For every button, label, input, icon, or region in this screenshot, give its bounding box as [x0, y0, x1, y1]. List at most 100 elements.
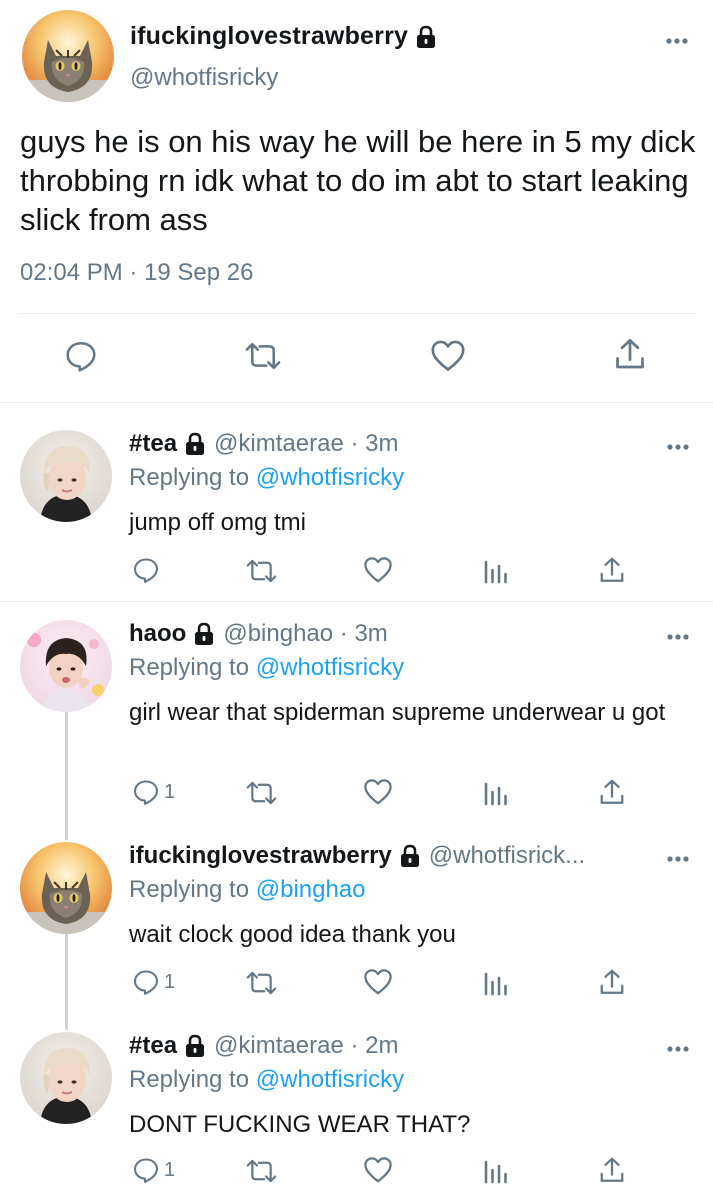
heart-icon: [363, 1156, 393, 1184]
blond-person-avatar[interactable]: [20, 1032, 112, 1124]
reply-button[interactable]: [64, 339, 98, 373]
display-name[interactable]: haoo: [129, 620, 186, 648]
reply-button[interactable]: 1: [132, 778, 175, 806]
stats-icon: [482, 968, 510, 996]
like-button[interactable]: [363, 1156, 393, 1184]
share-button[interactable]: [598, 968, 626, 996]
replying-to: Replying to @binghao: [129, 876, 366, 904]
main-tweet-actions: [0, 335, 713, 375]
reply-tweet[interactable]: #tea @kimtaerae · 2m Replying to @whotfi…: [0, 1006, 713, 1199]
lock-icon: [415, 25, 437, 49]
like-button[interactable]: [430, 339, 466, 373]
stats-button[interactable]: [482, 778, 510, 806]
replying-to: Replying to @whotfisricky: [129, 464, 404, 492]
replying-prefix: Replying to: [129, 1066, 250, 1093]
reply-button[interactable]: [132, 556, 164, 584]
reply-button[interactable]: 1: [132, 968, 175, 996]
reply-actions: [0, 556, 713, 586]
share-icon: [598, 778, 626, 806]
replying-prefix: Replying to: [129, 876, 250, 903]
reply-icon: [132, 1156, 160, 1184]
heart-icon: [363, 556, 393, 584]
more-options-icon[interactable]: [662, 34, 692, 48]
retweet-icon: [245, 558, 278, 584]
reply-actions: 1: [0, 968, 713, 998]
share-icon: [598, 556, 626, 584]
reply-tweet[interactable]: ifuckinglovestrawberry @whotfisrick... R…: [0, 816, 713, 1026]
heart-icon: [363, 968, 393, 996]
share-button[interactable]: [598, 556, 626, 584]
handle[interactable]: @kimtaerae · 3m: [214, 430, 398, 458]
main-tweet-handle[interactable]: @whotfisricky: [130, 64, 278, 92]
heart-icon: [430, 339, 466, 373]
heart-icon: [363, 778, 393, 806]
lock-icon: [184, 1034, 206, 1058]
reply-actions: 1: [0, 1156, 713, 1186]
display-name[interactable]: ifuckinglovestrawberry: [129, 842, 392, 870]
reply-button[interactable]: 1: [132, 1156, 175, 1184]
share-button[interactable]: [598, 1156, 626, 1184]
mention-link[interactable]: @whotfisricky: [256, 464, 404, 491]
like-button[interactable]: [363, 556, 393, 584]
handle[interactable]: @whotfisrick...: [429, 842, 585, 870]
handle[interactable]: @binghao · 3m: [223, 620, 387, 648]
like-button[interactable]: [363, 778, 393, 806]
retweet-icon: [243, 341, 283, 371]
cat-avatar[interactable]: [22, 10, 114, 102]
reply-count: 1: [164, 780, 176, 803]
blond-person-avatar[interactable]: [20, 430, 112, 522]
retweet-button[interactable]: [245, 780, 278, 806]
share-icon: [598, 968, 626, 996]
reply-icon: [64, 339, 98, 373]
main-tweet-text: guys he is on his way he will be here in…: [20, 124, 696, 237]
stats-button[interactable]: [482, 968, 510, 996]
retweet-icon: [245, 1158, 278, 1184]
reply-tweet[interactable]: haoo @binghao · 3m Replying to @whotfisr…: [0, 594, 713, 816]
stats-icon: [482, 556, 510, 584]
reply-icon: [132, 968, 160, 996]
mention-link[interactable]: @binghao: [256, 876, 366, 903]
more-options-icon[interactable]: [663, 440, 693, 454]
cat-avatar[interactable]: [20, 842, 112, 934]
more-options-icon[interactable]: [663, 1042, 693, 1056]
person-avatar[interactable]: [20, 620, 112, 712]
reply-text: girl wear that spiderman supreme underwe…: [129, 699, 666, 726]
main-tweet: ifuckinglovestrawberry @whotfisricky guy…: [0, 0, 713, 403]
display-name[interactable]: #tea: [129, 430, 177, 458]
lock-icon: [184, 432, 206, 456]
reply-tweet[interactable]: #tea @kimtaerae · 3m Replying to @whotfi…: [0, 404, 713, 602]
retweet-icon: [245, 970, 278, 996]
lock-icon: [193, 622, 215, 646]
share-button[interactable]: [598, 778, 626, 806]
stats-button[interactable]: [482, 556, 510, 584]
retweet-button[interactable]: [245, 1158, 278, 1184]
stats-button[interactable]: [482, 1156, 510, 1184]
reply-text: DONT FUCKING WEAR THAT?: [129, 1111, 471, 1138]
reply-text: wait clock good idea thank you: [129, 921, 456, 948]
reply-text: jump off omg tmi: [129, 509, 306, 536]
more-options-icon[interactable]: [663, 630, 693, 644]
reply-icon: [132, 556, 160, 584]
reply-header: haoo @binghao · 3m: [129, 620, 654, 648]
retweet-button[interactable]: [243, 341, 283, 371]
share-button[interactable]: [613, 337, 647, 371]
more-options-icon[interactable]: [663, 852, 693, 866]
divider: [20, 313, 695, 314]
display-name[interactable]: ifuckinglovestrawberry: [130, 22, 408, 51]
retweet-icon: [245, 780, 278, 806]
like-button[interactable]: [363, 968, 393, 996]
replying-prefix: Replying to: [129, 654, 250, 681]
share-icon: [613, 337, 647, 371]
main-tweet-timestamp[interactable]: 02:04 PM · 19 Sep 26: [20, 259, 253, 287]
reply-header: ifuckinglovestrawberry @whotfisrick...: [129, 842, 659, 870]
handle[interactable]: @kimtaerae · 2m: [214, 1032, 398, 1060]
reply-header: #tea @kimtaerae · 3m: [129, 430, 654, 458]
main-tweet-author[interactable]: ifuckinglovestrawberry: [130, 22, 437, 51]
mention-link[interactable]: @whotfisricky: [256, 654, 404, 681]
display-name[interactable]: #tea: [129, 1032, 177, 1060]
retweet-button[interactable]: [245, 970, 278, 996]
mention-link[interactable]: @whotfisricky: [256, 1066, 404, 1093]
replying-prefix: Replying to: [129, 464, 250, 491]
replying-to: Replying to @whotfisricky: [129, 1066, 404, 1094]
retweet-button[interactable]: [245, 558, 278, 584]
